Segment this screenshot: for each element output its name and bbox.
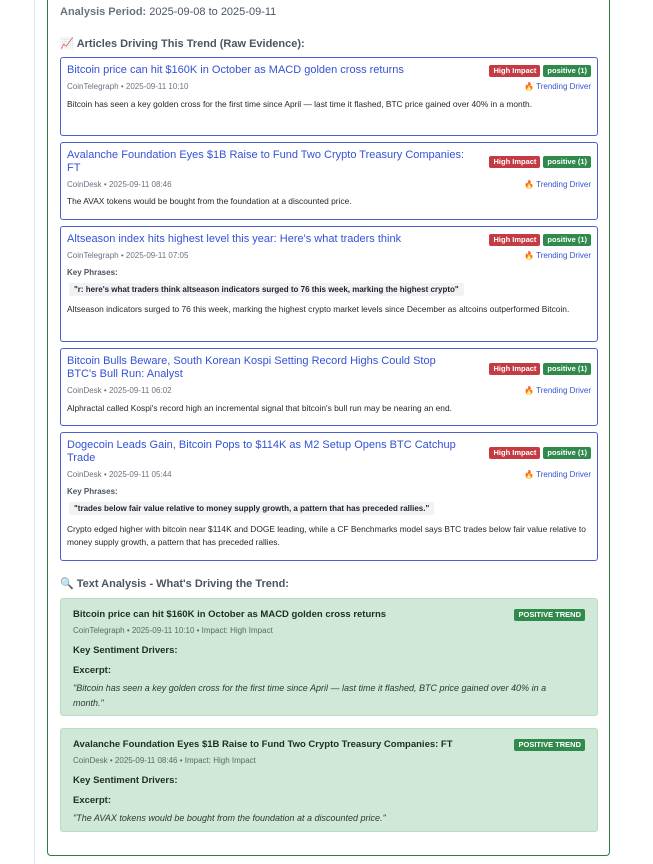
trending-driver-label: Trending Driver (536, 180, 591, 189)
trend-analysis-card: Avalanche Foundation Eyes $1B Raise to F… (60, 728, 598, 832)
article-source: CoinDesk (67, 470, 102, 479)
fire-icon: 🔥 (524, 251, 535, 260)
high-impact-badge: High Impact (489, 65, 541, 77)
article-card: Dogecoin Leads Gain, Bitcoin Pops to $11… (60, 432, 598, 561)
article-time: 2025-09-11 06:02 (108, 386, 172, 395)
high-impact-badge: High Impact (489, 156, 541, 168)
analysis-period-value: 2025-09-08 to 2025-09-11 (149, 6, 277, 18)
trend-article-title: Bitcoin price can hit $160K in October a… (73, 609, 387, 620)
fire-icon: 🔥 (524, 82, 535, 91)
trending-driver-label: Trending Driver (536, 470, 591, 479)
article-meta: CoinDesk • 2025-09-11 05:44 (67, 470, 172, 479)
key-phrase: "r: here's what traders think altseason … (69, 283, 464, 296)
trend-meta: CoinTelegraph • 2025-09-11 10:10 • Impac… (73, 626, 273, 635)
trending-driver: 🔥 Trending Driver (524, 82, 591, 91)
fire-icon: 🔥 (524, 470, 535, 479)
articles-section-title: 📈 Articles Driving This Trend (Raw Eviden… (60, 37, 305, 50)
article-meta: CoinDesk • 2025-09-11 06:02 (67, 386, 172, 395)
text-analysis-section-label: Text Analysis - What's Driving the Trend… (76, 578, 289, 590)
article-time: 2025-09-11 05:44 (108, 470, 172, 479)
article-summary: The AVAX tokens would be bought from the… (67, 196, 352, 206)
article-card: Avalanche Foundation Eyes $1B Raise to F… (60, 142, 598, 220)
article-source: CoinDesk (67, 180, 102, 189)
article-source: CoinTelegraph (67, 82, 119, 91)
article-card: Altseason index hits highest level this … (60, 226, 598, 342)
trending-driver: 🔥 Trending Driver (524, 180, 591, 189)
article-title-link[interactable]: Altseason index hits highest level this … (67, 233, 467, 246)
article-summary: Alphractal called Kospi's record high an… (67, 403, 452, 413)
article-title-link[interactable]: Bitcoin Bulls Beware, South Korean Kospi… (67, 355, 467, 381)
magnifier-icon: 🔍 (60, 578, 74, 590)
sentiment-badge: positive (1) (543, 156, 591, 168)
sentiment-badge: positive (1) (543, 447, 591, 459)
high-impact-badge: High Impact (489, 363, 541, 375)
article-title-link[interactable]: Bitcoin price can hit $160K in October a… (67, 64, 467, 77)
trending-driver: 🔥 Trending Driver (524, 251, 591, 260)
article-time: 2025-09-11 08:46 (108, 180, 172, 189)
meta-separator: • (120, 82, 124, 91)
article-meta: CoinTelegraph • 2025-09-11 07:05 (67, 251, 188, 260)
chart-icon: 📈 (60, 38, 74, 50)
excerpt-label: Excerpt: (73, 795, 112, 806)
article-title-link[interactable]: Avalanche Foundation Eyes $1B Raise to F… (67, 149, 467, 175)
articles-section-label: Articles Driving This Trend (Raw Evidenc… (76, 38, 305, 50)
positive-trend-badge: POSITIVE TREND (514, 609, 585, 621)
meta-separator: • (103, 386, 107, 395)
high-impact-badge: High Impact (489, 447, 541, 459)
excerpt-text: "Bitcoin has seen a key golden cross for… (73, 683, 547, 708)
article-summary: Bitcoin has seen a key golden cross for … (67, 99, 533, 109)
trend-analysis-card: Bitcoin price can hit $160K in October a… (60, 598, 598, 716)
article-card: Bitcoin Bulls Beware, South Korean Kospi… (60, 348, 598, 426)
trending-driver: 🔥 Trending Driver (524, 386, 591, 395)
article-summary: Altseason indicators surged to 76 this w… (67, 304, 570, 314)
sentiment-badge: positive (1) (543, 234, 591, 246)
article-source: CoinDesk (67, 386, 102, 395)
article-summary: Crypto edged higher with bitcoin near $1… (67, 524, 586, 547)
key-sentiment-drivers-label: Key Sentiment Drivers: (73, 645, 178, 656)
article-title-link[interactable]: Dogecoin Leads Gain, Bitcoin Pops to $11… (67, 439, 467, 465)
key-phrase: "trades below fair value relative to mon… (69, 502, 435, 515)
analysis-period: Analysis Period: 2025-09-08 to 2025-09-1… (60, 6, 276, 18)
meta-separator: • (103, 470, 107, 479)
trending-driver-label: Trending Driver (536, 82, 591, 91)
article-source: CoinTelegraph (67, 251, 119, 260)
article-meta: CoinDesk • 2025-09-11 08:46 (67, 180, 172, 189)
trending-driver-label: Trending Driver (536, 386, 591, 395)
article-card: Bitcoin price can hit $160K in October a… (60, 57, 598, 136)
analysis-period-label: Analysis Period: (60, 6, 147, 18)
meta-separator: • (120, 251, 124, 260)
key-phrases-label: Key Phrases: (67, 487, 118, 496)
article-time: 2025-09-11 07:05 (125, 251, 189, 260)
page-left-rule (34, 0, 35, 864)
sentiment-badge: positive (1) (543, 65, 591, 77)
trend-meta: CoinDesk • 2025-09-11 08:46 • Impact: Hi… (73, 756, 256, 765)
trend-article-title: Avalanche Foundation Eyes $1B Raise to F… (73, 739, 453, 750)
article-meta: CoinTelegraph • 2025-09-11 10:10 (67, 82, 188, 91)
high-impact-badge: High Impact (489, 234, 541, 246)
sentiment-badge: positive (1) (543, 363, 591, 375)
key-phrases-label: Key Phrases: (67, 268, 118, 277)
key-sentiment-drivers-label: Key Sentiment Drivers: (73, 775, 178, 786)
fire-icon: 🔥 (524, 180, 535, 189)
article-time: 2025-09-11 10:10 (125, 82, 189, 91)
meta-separator: • (103, 180, 107, 189)
trending-driver: 🔥 Trending Driver (524, 470, 591, 479)
trending-driver-label: Trending Driver (536, 251, 591, 260)
text-analysis-section-title: 🔍 Text Analysis - What's Driving the Tren… (60, 577, 289, 590)
positive-trend-badge: POSITIVE TREND (514, 739, 585, 751)
fire-icon: 🔥 (524, 386, 535, 395)
excerpt-label: Excerpt: (73, 665, 112, 676)
excerpt-text: "The AVAX tokens would be bought from th… (73, 813, 386, 823)
